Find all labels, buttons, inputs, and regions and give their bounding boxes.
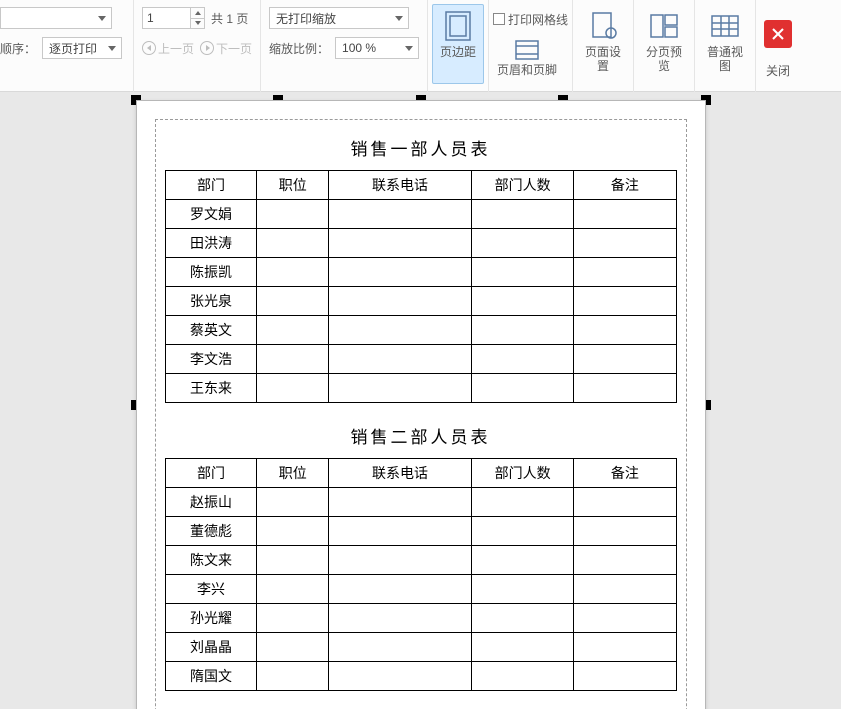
table-row: 李文浩	[165, 345, 676, 374]
table-section-1: 部门 职位 联系电话 部门人数 备注 罗文娟 田洪涛 陈振凯 张光泉 蔡英文 李…	[165, 170, 677, 403]
page-wrap: 销售一部人员表 部门 职位 联系电话 部门人数 备注 罗文娟 田洪涛 陈振凯 张…	[136, 100, 706, 709]
order-label: 顺序：	[0, 40, 36, 57]
table-row: 赵振山	[165, 488, 676, 517]
table-section-2: 部门 职位 联系电话 部门人数 备注 赵振山 董德彪 陈文来 李兴 孙光耀 刘晶…	[165, 458, 677, 691]
table-row: 刘晶晶	[165, 633, 676, 662]
table-header-row: 部门 职位 联系电话 部门人数 备注	[165, 171, 676, 200]
page-spin-up[interactable]	[191, 8, 204, 18]
table-row: 罗文娟	[165, 200, 676, 229]
table-row: 王东来	[165, 374, 676, 403]
print-gridlines-checkbox[interactable]: 打印网格线	[493, 11, 568, 28]
section-title: 销售一部人员表	[165, 135, 677, 160]
table-row: 陈文来	[165, 546, 676, 575]
table-row: 李兴	[165, 575, 676, 604]
printer-combo[interactable]	[0, 7, 112, 29]
close-button[interactable]	[764, 20, 792, 48]
table-header-row: 部门 职位 联系电话 部门人数 备注	[165, 459, 676, 488]
print-preview-toolbar: 顺序： 逐页打印 共 1 页 上一页 下一页	[0, 0, 841, 92]
normal-view-button[interactable]: 普通视图	[699, 4, 751, 84]
page-total-label: 共 1 页	[211, 10, 248, 27]
table-row: 蔡英文	[165, 316, 676, 345]
scale-value-combo[interactable]: 100 %	[335, 37, 419, 59]
page-number-spinner[interactable]	[142, 7, 205, 29]
group-pagesetup: 页面设置	[573, 0, 634, 92]
group-scale: 无打印缩放 缩放比例： 100 %	[261, 0, 428, 92]
table-row: 张光泉	[165, 287, 676, 316]
close-label: 关闭	[766, 62, 790, 79]
page-spin-down[interactable]	[191, 18, 204, 29]
section-title: 销售二部人员表	[165, 423, 677, 448]
header-footer-icon	[512, 39, 542, 61]
table-row: 孙光耀	[165, 604, 676, 633]
scale-mode-combo[interactable]: 无打印缩放	[269, 7, 409, 29]
margins-button[interactable]: 页边距	[432, 4, 484, 84]
page-setup-icon	[588, 9, 618, 43]
group-hf: 打印网格线 页眉和页脚	[489, 0, 573, 92]
close-icon	[772, 28, 784, 40]
scale-label: 缩放比例：	[269, 40, 329, 57]
next-page-button: 下一页	[200, 40, 252, 57]
group-pagebreak: 分页预览	[634, 0, 695, 92]
table-row: 陈振凯	[165, 258, 676, 287]
order-combo[interactable]: 逐页打印	[42, 37, 122, 59]
group-page-nav: 共 1 页 上一页 下一页	[134, 0, 261, 92]
group-close: 关闭	[756, 0, 800, 85]
page-break-preview-button[interactable]: 分页预览	[638, 4, 690, 84]
prev-page-button: 上一页	[142, 40, 194, 57]
group-margins: 页边距	[428, 0, 489, 92]
margins-icon	[443, 9, 473, 43]
table-row: 隋国文	[165, 662, 676, 691]
preview-page: 销售一部人员表 部门 职位 联系电话 部门人数 备注 罗文娟 田洪涛 陈振凯 张…	[136, 100, 706, 709]
page-number-input[interactable]	[142, 7, 190, 29]
header-footer-button[interactable]: 页眉和页脚	[493, 34, 561, 84]
page-break-icon	[649, 9, 679, 43]
group-normal: 普通视图	[695, 0, 756, 92]
preview-canvas[interactable]: 销售一部人员表 部门 职位 联系电话 部门人数 备注 罗文娟 田洪涛 陈振凯 张…	[0, 92, 841, 709]
table-row: 董德彪	[165, 517, 676, 546]
normal-view-icon	[710, 9, 740, 43]
group-order: 顺序： 逐页打印	[0, 0, 134, 92]
page-setup-button[interactable]: 页面设置	[577, 4, 629, 84]
table-row: 田洪涛	[165, 229, 676, 258]
